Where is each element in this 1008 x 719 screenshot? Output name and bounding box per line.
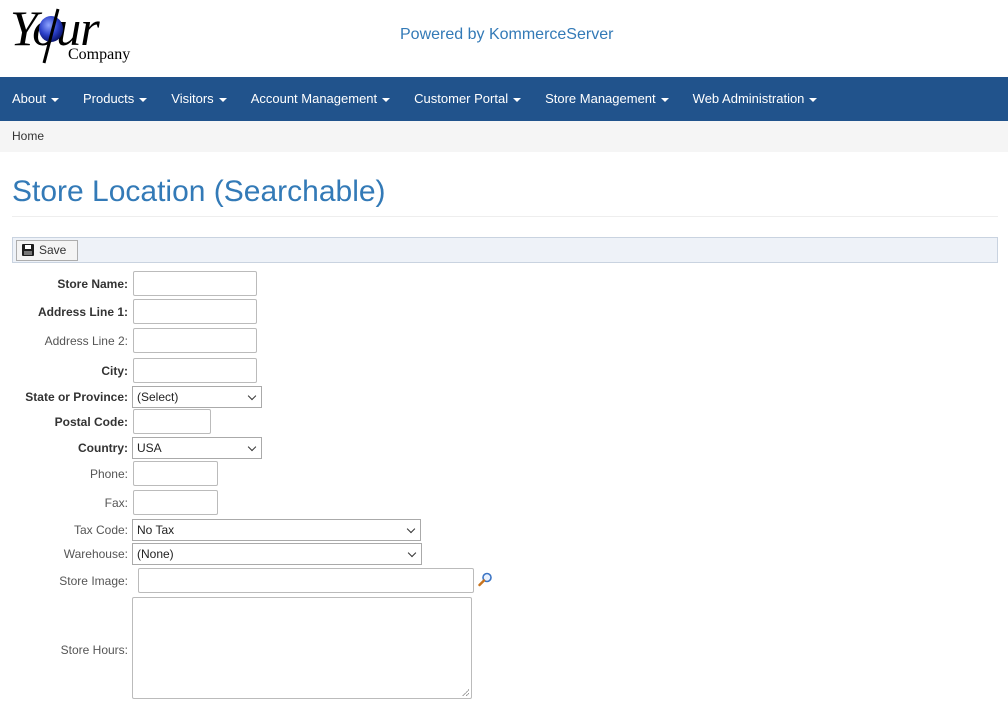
- country-select[interactable]: USA: [132, 437, 262, 459]
- caret-down-icon: [382, 97, 391, 102]
- state-label: State or Province:: [25, 390, 128, 404]
- store-name-label: Store Name:: [57, 277, 128, 291]
- warehouse-selected-value: (None): [137, 547, 174, 561]
- phone-input[interactable]: [133, 461, 218, 486]
- save-button[interactable]: Save: [16, 240, 78, 261]
- warehouse-select[interactable]: (None): [132, 543, 422, 565]
- store-name-input[interactable]: [133, 271, 257, 296]
- breadcrumb: Home: [0, 121, 1008, 152]
- magnifier-icon[interactable]: [478, 572, 493, 587]
- powered-by-text: Powered by KommerceServer: [400, 26, 614, 43]
- nav-store-management[interactable]: Store Management: [533, 77, 681, 121]
- globe-icon: [39, 8, 63, 64]
- form-toolbar: Save: [12, 237, 998, 263]
- nav-about[interactable]: About: [0, 77, 71, 121]
- address-line-2-label: Address Line 2:: [44, 334, 128, 348]
- caret-down-icon: [50, 97, 59, 102]
- divider: [12, 216, 998, 217]
- store-hours-label: Store Hours:: [60, 643, 128, 657]
- nav-label: Products: [82, 91, 135, 106]
- country-selected-value: USA: [137, 441, 162, 455]
- nav-label: Account Management: [250, 91, 378, 106]
- chevron-down-icon: [407, 548, 417, 558]
- city-input[interactable]: [133, 358, 257, 383]
- tax-code-selected-value: No Tax: [137, 523, 175, 537]
- tax-code-label: Tax Code:: [73, 523, 128, 537]
- nav-label: Web Administration: [692, 91, 805, 106]
- nav-label: Store Management: [545, 91, 656, 106]
- postal-code-input[interactable]: [133, 409, 211, 434]
- resize-grip-icon[interactable]: [462, 689, 469, 696]
- chevron-down-icon: [247, 391, 257, 401]
- warehouse-label: Warehouse:: [63, 547, 128, 561]
- main-navbar: About Products Visitors Account Manageme…: [0, 77, 1008, 121]
- breadcrumb-home[interactable]: Home: [12, 129, 44, 143]
- nav-products[interactable]: Products: [71, 77, 159, 121]
- nav-account-management[interactable]: Account Management: [239, 77, 402, 121]
- address-line-1-input[interactable]: [133, 299, 257, 324]
- page-title: Store Location (Searchable): [12, 175, 386, 208]
- nav-label: About: [12, 91, 46, 106]
- city-label: City:: [101, 364, 128, 378]
- caret-down-icon: [660, 97, 669, 102]
- floppy-disk-icon: [22, 244, 34, 256]
- caret-down-icon: [513, 97, 522, 102]
- nav-label: Visitors: [171, 91, 214, 106]
- nav-web-administration[interactable]: Web Administration: [681, 77, 830, 121]
- save-label: Save: [39, 243, 67, 257]
- store-hours-textarea[interactable]: [132, 597, 472, 699]
- nav-label: Customer Portal: [414, 91, 509, 106]
- tax-code-select[interactable]: No Tax: [132, 519, 421, 541]
- state-select[interactable]: (Select): [132, 386, 262, 408]
- caret-down-icon: [139, 97, 148, 102]
- fax-input[interactable]: [133, 490, 218, 515]
- store-image-label: Store Image:: [59, 574, 128, 588]
- site-header: Your Company Powered by KommerceServer: [0, 0, 1008, 77]
- store-image-input[interactable]: [138, 568, 474, 593]
- company-logo[interactable]: Your Company: [10, 0, 145, 68]
- address-line-2-input[interactable]: [133, 328, 257, 353]
- nav-customer-portal[interactable]: Customer Portal: [402, 77, 533, 121]
- logo-text-company: Company: [68, 46, 131, 63]
- state-selected-value: (Select): [137, 390, 179, 404]
- phone-label: Phone:: [89, 467, 128, 481]
- postal-code-label: Postal Code:: [54, 415, 128, 429]
- caret-down-icon: [218, 97, 227, 102]
- chevron-down-icon: [406, 524, 416, 534]
- caret-down-icon: [809, 97, 818, 102]
- address-line-1-label: Address Line 1:: [37, 305, 128, 319]
- nav-visitors[interactable]: Visitors: [159, 77, 238, 121]
- country-label: Country:: [78, 441, 128, 455]
- fax-label: Fax:: [104, 496, 128, 510]
- chevron-down-icon: [247, 442, 257, 452]
